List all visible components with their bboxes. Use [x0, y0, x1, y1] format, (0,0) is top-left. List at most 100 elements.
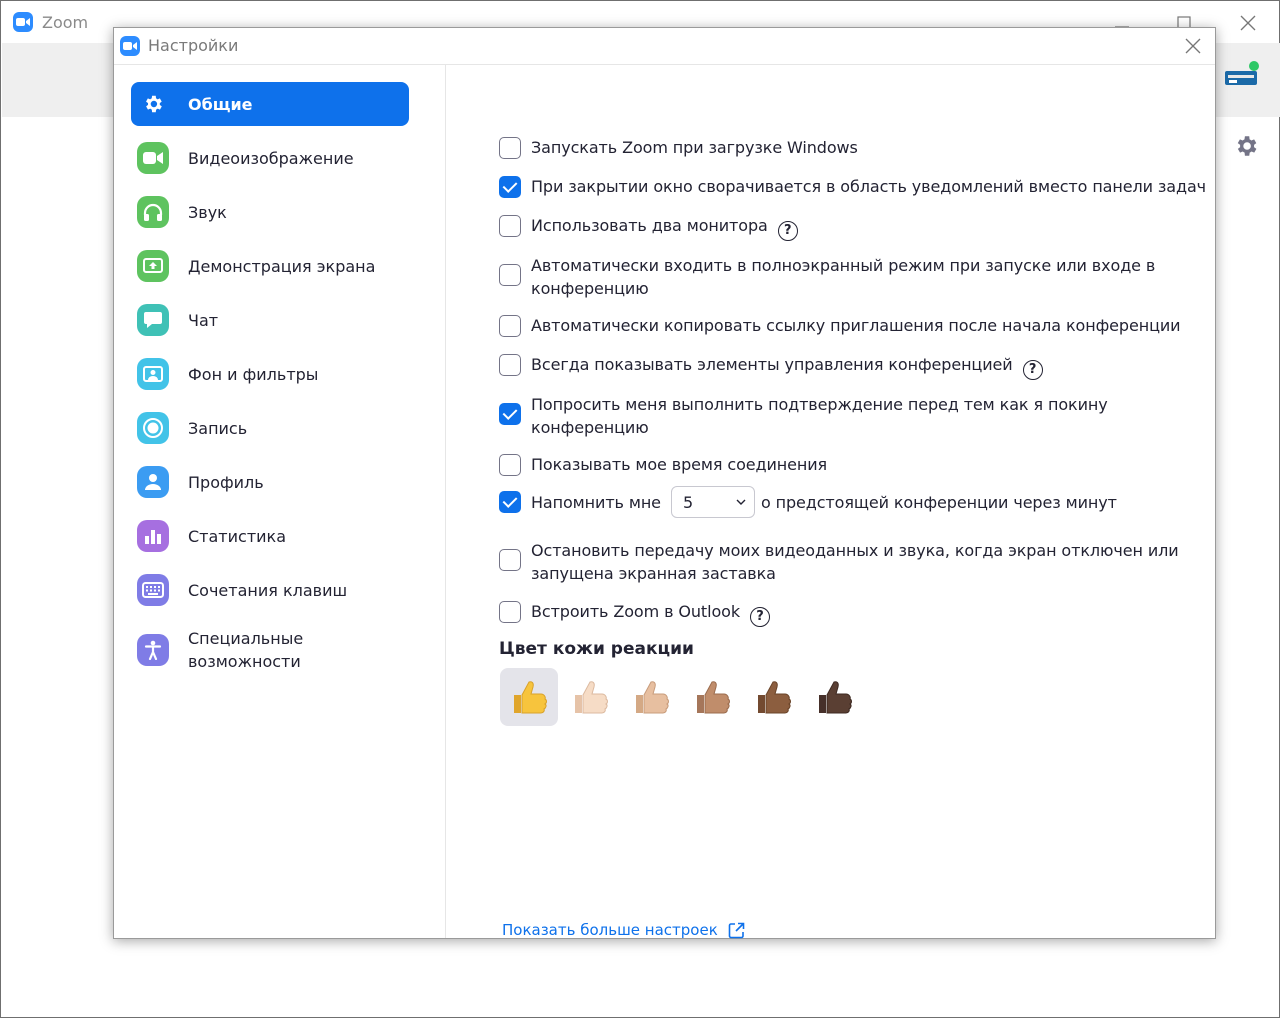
reminder-minutes-select[interactable]: 5 [670, 486, 755, 518]
sidebar-item-label: Специальные возможности [188, 629, 304, 671]
option-show-connection-time[interactable]: Показывать мое время соединения [499, 454, 1209, 476]
checkbox[interactable] [499, 215, 521, 237]
option-minimize-to-tray[interactable]: При закрытии окно сворачивается в област… [499, 176, 1209, 198]
checkbox[interactable] [499, 403, 521, 425]
help-icon[interactable]: ? [1022, 360, 1043, 380]
sidebar-item-label: Видеоизображение [188, 148, 354, 168]
thumbs-up-icon [697, 681, 730, 714]
skin-tone-medium-light[interactable] [622, 668, 680, 726]
select-value: 5 [682, 492, 694, 512]
record-icon [137, 412, 169, 444]
option-start-with-windows[interactable]: Запускать Zoom при загрузке Windows [499, 137, 1209, 159]
more-settings-label: Показать больше настроек [502, 921, 718, 939]
option-stop-video-screensaver[interactable]: Остановить передачу моих видеоданных и з… [499, 539, 1209, 585]
dialog-body: Общие Видеоизображение Звук Демонстрация… [114, 64, 1215, 939]
sidebar-item-share-screen[interactable]: Демонстрация экрана [131, 244, 409, 288]
sidebar-item-recording[interactable]: Запись [131, 406, 409, 450]
keyboard-icon [137, 574, 169, 606]
more-settings-link[interactable]: Показать больше настроек [502, 921, 745, 939]
sidebar-item-label: Фон и фильтры [188, 364, 319, 384]
option-label: Попросить меня выполнить подтверждение п… [531, 395, 1108, 437]
thumbs-up-icon [758, 681, 791, 714]
main-gear-icon[interactable] [1233, 133, 1259, 159]
headphones-icon [137, 196, 169, 228]
sidebar-item-label: Чат [188, 310, 219, 330]
background-icon [137, 358, 169, 390]
thumbs-up-icon [514, 681, 547, 714]
dialog-titlebar: Настройки [114, 28, 1215, 64]
option-label: Показывать мое время соединения [531, 455, 828, 474]
skin-tone-light[interactable] [561, 668, 619, 726]
sidebar-item-label: Общие [188, 94, 253, 114]
share-screen-icon [137, 250, 169, 282]
checkbox[interactable] [499, 137, 521, 159]
option-label: о предстоящей конференции через минут [760, 492, 1117, 512]
zoom-app-icon [120, 36, 140, 56]
reaction-skin-tone-title: Цвет кожи реакции [499, 639, 694, 659]
sidebar-item-keyboard-shortcuts[interactable]: Сочетания клавиш [131, 568, 409, 612]
sidebar-item-video[interactable]: Видеоизображение [131, 136, 409, 180]
sidebar-item-statistics[interactable]: Статистика [131, 514, 409, 558]
profile-icon [137, 466, 169, 498]
skin-tone-dark[interactable] [805, 668, 863, 726]
checkbox[interactable] [499, 601, 521, 623]
checkbox[interactable] [499, 354, 521, 376]
sidebar-item-general[interactable]: Общие [131, 82, 409, 126]
checkbox[interactable] [499, 315, 521, 337]
gear-icon [137, 88, 169, 120]
zoom-app-icon [13, 12, 33, 32]
help-icon[interactable]: ? [750, 607, 770, 627]
close-icon [1185, 38, 1201, 54]
chat-bubble-icon [137, 304, 169, 336]
option-label: Напомнить мне [531, 492, 661, 512]
general-settings-panel: Запускать Zoom при загрузке Windows При … [447, 65, 1215, 939]
external-link-icon [728, 922, 745, 938]
statistics-icon [137, 520, 169, 552]
main-window-title: Zoom [42, 13, 89, 32]
option-meeting-reminder[interactable]: Напомнить мне 5 о предстоящей конференци… [499, 486, 1209, 518]
option-label: Встроить Zoom в Outlook [531, 602, 740, 621]
video-camera-icon [137, 142, 169, 174]
help-icon[interactable]: ? [777, 221, 798, 241]
accessibility-icon [137, 634, 169, 666]
option-copy-invite-link[interactable]: Автоматически копировать ссылку приглаше… [499, 315, 1209, 337]
option-label: Остановить передачу моих видеоданных и з… [531, 541, 1179, 583]
sidebar-item-profile[interactable]: Профиль [131, 460, 409, 504]
avatar[interactable] [1223, 61, 1261, 89]
main-close-button[interactable] [1234, 9, 1262, 37]
skin-tone-default[interactable] [500, 668, 558, 726]
sidebar-item-label: Сочетания клавиш [188, 580, 348, 600]
checkbox[interactable] [499, 176, 521, 198]
sidebar-item-label: Звук [188, 202, 227, 222]
option-outlook-integration[interactable]: Встроить Zoom в Outlook? [499, 601, 1209, 627]
option-label: Автоматически входить в полноэкранный ре… [531, 256, 1156, 298]
settings-sidebar: Общие Видеоизображение Звук Демонстрация… [114, 65, 446, 938]
skin-tone-medium[interactable] [683, 668, 741, 726]
option-label: Запускать Zoom при загрузке Windows [531, 138, 858, 157]
sidebar-item-accessibility[interactable]: Специальные возможности [131, 622, 409, 678]
sidebar-item-label: Демонстрация экрана [188, 256, 376, 276]
sidebar-item-label: Запись [188, 418, 248, 438]
sidebar-item-label: Профиль [188, 472, 264, 492]
sidebar-item-chat[interactable]: Чат [131, 298, 409, 342]
option-confirm-leave[interactable]: Попросить меня выполнить подтверждение п… [499, 393, 1209, 439]
skin-tone-medium-dark[interactable] [744, 668, 802, 726]
settings-dialog: Настройки Общие Видеоизображение Звук Де… [113, 27, 1216, 939]
option-label: При закрытии окно сворачивается в област… [531, 177, 1207, 196]
checkbox[interactable] [499, 264, 521, 286]
option-always-show-controls[interactable]: Всегда показывать элементы управления ко… [499, 354, 1209, 380]
option-label: Всегда показывать элементы управления ко… [531, 355, 1013, 374]
sidebar-item-audio[interactable]: Звук [131, 190, 409, 234]
option-dual-monitors[interactable]: Использовать два монитора? [499, 215, 1209, 241]
dialog-close-button[interactable] [1181, 34, 1205, 58]
option-auto-fullscreen[interactable]: Автоматически входить в полноэкранный ре… [499, 254, 1209, 300]
checkbox[interactable] [499, 491, 521, 513]
option-label: Использовать два монитора [531, 216, 768, 235]
checkbox[interactable] [499, 454, 521, 476]
checkbox[interactable] [499, 549, 521, 571]
dialog-title: Настройки [148, 36, 239, 55]
thumbs-up-icon [819, 681, 852, 714]
option-label: Автоматически копировать ссылку приглаше… [531, 316, 1181, 335]
sidebar-item-background[interactable]: Фон и фильтры [131, 352, 409, 396]
chevron-down-icon [736, 499, 746, 505]
